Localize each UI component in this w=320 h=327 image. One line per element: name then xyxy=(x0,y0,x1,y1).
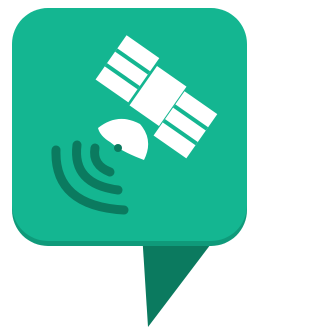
marker-svg xyxy=(12,8,247,327)
dish-feed xyxy=(114,144,122,152)
satellite-location-marker xyxy=(0,0,249,327)
pointer-tail xyxy=(142,232,220,327)
